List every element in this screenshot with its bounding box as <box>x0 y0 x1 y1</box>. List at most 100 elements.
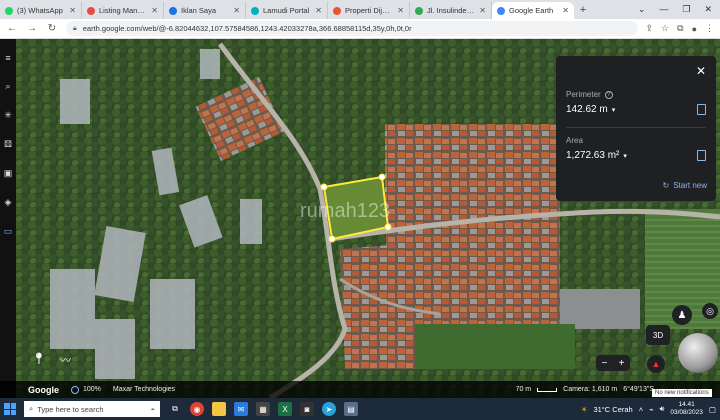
reload-icon[interactable]: ↻ <box>46 23 58 34</box>
windows-taskbar: ⌕ Type here to search ◓ ⧉ ◉ ✉ ▦ X ◙ ➤ ▤ … <box>0 398 720 420</box>
projects-icon[interactable]: ▣ <box>4 168 13 179</box>
chevron-down-icon[interactable]: ⌄ <box>638 4 646 15</box>
close-icon[interactable]: ✕ <box>479 6 486 15</box>
earth-toolbar: ≡ ⌕ ✳ ⚄ ▣ ◈ ▭ <box>0 39 16 398</box>
earth-icon <box>497 6 505 15</box>
scale-label: 70 m <box>515 386 532 393</box>
zoom-level: 100% <box>83 386 101 393</box>
profile-icon[interactable]: ● <box>692 24 697 34</box>
attribution[interactable]: Maxar Technologies <box>113 386 175 393</box>
menu-icon[interactable]: ⋮ <box>705 23 714 34</box>
minimize-icon[interactable]: — <box>659 4 668 15</box>
tab-iklan[interactable]: Iklan Saya ✕ <box>164 2 246 19</box>
close-icon[interactable]: ✕ <box>562 6 569 15</box>
mail-icon[interactable]: ✉ <box>234 402 248 416</box>
scale-bar <box>537 387 558 392</box>
maps-pin-icon <box>415 6 423 15</box>
tab-maps[interactable]: Jl. Insulinde Inda✕ <box>410 2 492 19</box>
excel-icon[interactable]: X <box>278 402 292 416</box>
new-tab-button[interactable]: + <box>574 4 592 16</box>
volume-icon[interactable]: 🔊︎ <box>660 404 665 414</box>
close-icon[interactable]: ✕ <box>151 6 158 15</box>
tab-google-earth[interactable]: Google Earth ✕ <box>492 2 574 19</box>
notification-tooltip: No new notifications <box>652 389 712 397</box>
extensions-icon[interactable]: ⧉ <box>677 23 683 34</box>
close-icon[interactable]: ✕ <box>69 6 76 15</box>
voyager-icon[interactable]: ✳ <box>4 110 12 121</box>
layers-icon[interactable]: ◈ <box>5 197 12 208</box>
tab-lamudi[interactable]: Lamudi Portal ✕ <box>246 2 328 19</box>
chrome-icon[interactable]: ◉ <box>190 402 204 416</box>
taskbar-search-input[interactable]: ⌕ Type here to search ◓ <box>24 401 160 417</box>
feeling-lucky-icon[interactable]: ⚄ <box>4 139 12 150</box>
divider <box>566 127 706 128</box>
refresh-icon: ↻ <box>662 181 670 190</box>
perimeter-value: 142.62 m <box>566 104 608 115</box>
map-left-controls: 📍︎ 〰 <box>32 352 71 368</box>
my-location-icon[interactable]: ◎ <box>702 303 718 319</box>
area-label: Area <box>566 136 583 145</box>
forward-icon[interactable]: → <box>26 23 38 34</box>
compass-icon[interactable]: ▲ <box>647 355 665 373</box>
close-icon[interactable]: ✕ <box>397 6 404 15</box>
lamudi-icon <box>251 6 259 15</box>
start-new-button[interactable]: ↻ Start new <box>663 181 708 190</box>
zoom-out-icon[interactable]: − <box>602 358 608 369</box>
system-tray: ☀ 31°C Cerah ˄ ⌁ 🔊︎ 14.41 03/08/2023 ▢ <box>581 401 716 417</box>
coordinates: 6°49'13"S <box>623 386 654 393</box>
network-icon[interactable]: ⌁ <box>649 405 654 414</box>
help-icon[interactable]: ? <box>604 90 613 99</box>
camera-altitude: Camera: 1,610 m <box>563 386 618 393</box>
file-explorer-icon[interactable] <box>212 402 226 416</box>
globe-icon[interactable] <box>678 333 718 373</box>
windows-start-icon[interactable] <box>4 403 16 415</box>
location-pin-icon[interactable]: 📍︎ <box>32 352 46 368</box>
weather-text[interactable]: 31°C Cerah <box>593 405 632 414</box>
close-icon[interactable]: ✕ <box>315 6 322 15</box>
menu-icon[interactable]: ≡ <box>5 53 10 63</box>
address-bar: ← → ↻ 🔒︎ earth.google.com/web/@-6.820446… <box>0 19 720 39</box>
loading-icon <box>71 385 79 394</box>
close-icon[interactable]: ✕ <box>233 6 240 15</box>
measure-icon[interactable]: ▭ <box>4 226 13 237</box>
copy-icon[interactable] <box>697 150 706 161</box>
whatsapp-icon <box>5 6 13 15</box>
zoom-in-icon[interactable]: + <box>619 358 625 369</box>
path-icon[interactable]: 〰 <box>60 352 71 368</box>
listing-icon <box>87 6 95 15</box>
restore-icon[interactable]: ❐ <box>682 4 690 15</box>
chevron-down-icon[interactable]: ▾ <box>623 152 627 160</box>
clock[interactable]: 14.41 03/08/2023 <box>670 401 703 417</box>
tab-whatsapp[interactable]: (3) WhatsApp ✕ <box>0 2 82 19</box>
3d-toggle-button[interactable]: 3D <box>646 325 670 345</box>
telegram-icon[interactable]: ➤ <box>322 402 336 416</box>
task-view-icon[interactable]: ⧉ <box>168 402 182 416</box>
store-icon[interactable]: ▦ <box>256 402 270 416</box>
app-icon[interactable]: ▤ <box>344 402 358 416</box>
tab-properti[interactable]: Properti Dijual di✕ <box>328 2 410 19</box>
close-icon[interactable]: ✕ <box>696 64 706 78</box>
svg-text:rumah123: rumah123 <box>300 200 390 222</box>
measure-panel: ✕ Perimeter? 142.62 m ▾ Area 1,272.63 m² ▾… <box>556 56 716 201</box>
perimeter-label: Perimeter <box>566 90 601 99</box>
location-pin-icon <box>169 6 177 15</box>
search-icon: ⌕ <box>29 404 34 413</box>
chevron-up-icon[interactable]: ˄ <box>639 405 643 414</box>
camera-app-icon[interactable]: ◙ <box>300 402 314 416</box>
map-status-bar: Google 100% Maxar Technologies 70 m Came… <box>0 381 720 398</box>
copy-icon[interactable] <box>697 104 706 115</box>
tab-listing[interactable]: Listing Managem✕ <box>82 2 164 19</box>
zoom-controls: − + <box>596 355 630 371</box>
window-controls: ⌄ — ❐ ✕ <box>638 4 720 15</box>
notifications-icon[interactable]: ▢ <box>709 405 716 414</box>
pegman-icon[interactable]: ♟ <box>672 305 692 325</box>
share-icon[interactable]: ⇪ <box>646 23 654 34</box>
back-icon[interactable]: ← <box>6 23 18 34</box>
properti-icon <box>333 6 341 15</box>
url-field[interactable]: 🔒︎ earth.google.com/web/@-6.82044632,107… <box>66 21 638 36</box>
search-icon[interactable]: ⌕ <box>5 81 10 92</box>
chevron-down-icon[interactable]: ▾ <box>612 106 616 114</box>
area-value: 1,272.63 m² <box>566 150 620 161</box>
star-icon[interactable]: ☆ <box>661 23 669 34</box>
close-icon[interactable]: ✕ <box>704 4 712 15</box>
